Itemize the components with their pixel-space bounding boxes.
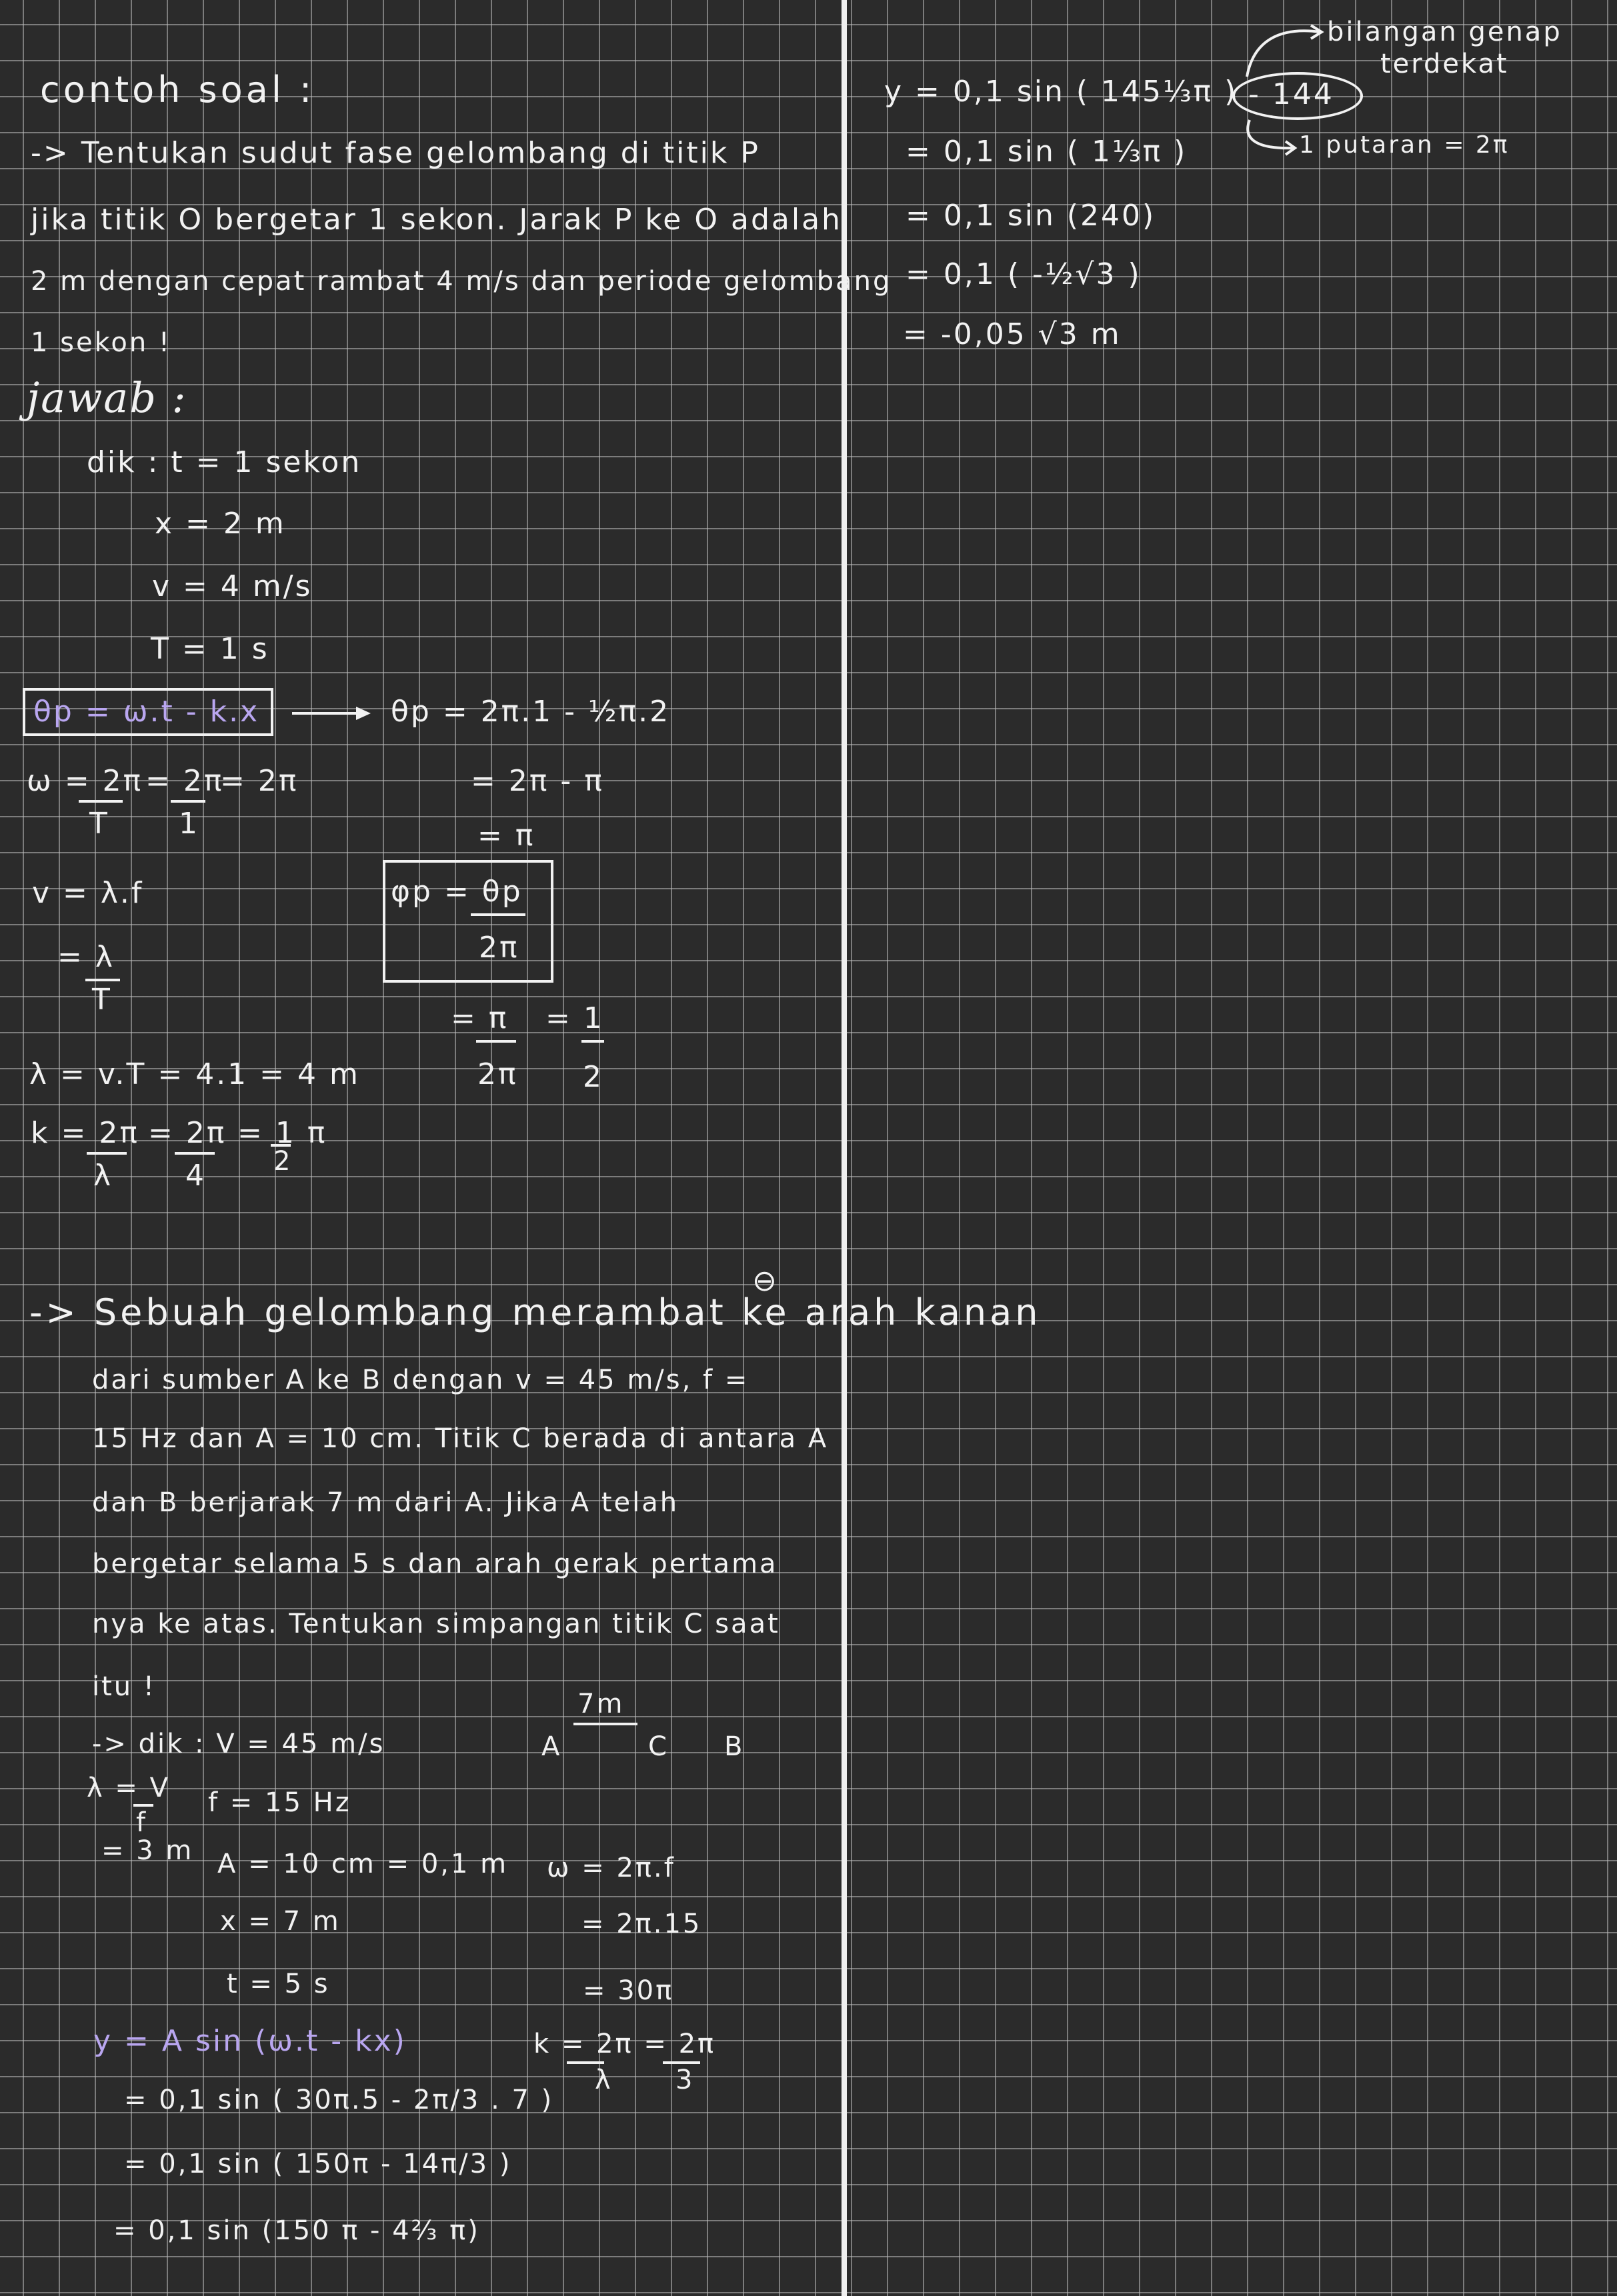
dik2-v: -> dik : V = 45 m/s [92,1729,385,1759]
k-eq3-den: 2 [273,1146,293,1177]
k-eq2-bar [175,1152,215,1155]
k-num: k = 2π [31,1116,139,1150]
right-line3: = 0,1 sin (240) [906,199,1156,233]
k2-bar2 [663,2061,700,2064]
note-top-line2: terdekat [1380,49,1509,79]
omega2-l3: = 30π [583,1975,674,2006]
theta-calc2: = 2π - π [471,764,604,798]
phase-bar [471,913,525,916]
k-eq2-den: 4 [185,1159,206,1193]
problem2-line5: bergetar selama 5 s dan arah gerak perta… [92,1549,778,1579]
dik-v: v = 4 m/s [152,569,313,603]
diagram-distance-line [573,1723,637,1725]
dik2-A: A = 10 cm = 0,1 m [217,1849,509,1879]
lambda-eq: λ = v.T = 4.1 = 4 m [29,1057,360,1091]
dik-t: dik : t = 1 sekon [87,445,362,479]
k2-bar1 [567,2061,604,2064]
annotation-arrow-top-icon [1246,24,1324,77]
diagram-distance: 7m [577,1689,625,1719]
note-bottom: 1 putaran = 2π [1299,131,1510,159]
phase-res2-num: = 1 [545,1001,604,1035]
note-top-line1: bilangan genap [1327,17,1562,47]
phase-num: φp = θp [391,875,523,909]
k-bar [87,1152,127,1155]
dik-x: x = 2 m [155,507,286,541]
right-line5: = -0,05 √3 m [903,317,1122,351]
omega-fraction-bar [79,800,123,803]
arrow-right-icon [356,707,371,720]
problem2-line2: dari sumber A ke B dengan v = 45 m/s, f … [92,1365,749,1395]
right-line1: y = 0,1 sin ( 145⅓π ) [884,75,1238,109]
k-den: λ [93,1159,113,1193]
y-step1: = 0,1 sin ( 30π.5 - 2π/3 . 7 ) [124,2085,554,2115]
y-step3: = 0,1 sin (150 π - 4⅔ π) [113,2215,480,2246]
problem1-line4: 1 sekon ! [31,327,171,358]
right-line4: = 0,1 ( -½√3 ) [906,257,1142,291]
problem1-line1: -> Tentukan sudut fase gelombang di titi… [31,136,760,170]
heading: contoh soal : [40,69,315,111]
page-divider [842,0,847,2296]
k-eq2-num: = 2π [148,1116,227,1150]
problem1-line3: 2 m dengan cepat rambat 4 m/s dan period… [31,266,892,297]
dik2-lambda-num: λ = V [87,1773,170,1803]
problem2-line4: dan B berjarak 7 m dari A. Jika A telah [92,1487,679,1518]
problem2-line3: 15 Hz dan A = 10 cm. Titik C berada di a… [92,1423,829,1454]
omega-eq2-den: 1 [179,807,199,841]
diagram-point-c: C [648,1731,669,1762]
phase-res-bar [476,1040,516,1043]
y-step2: = 0,1 sin ( 150π - 14π/3 ) [124,2149,512,2179]
omega-eq3: = 2π [220,764,299,798]
phase-res2-den: 2 [583,1060,603,1094]
jawab-label: jawab : [27,373,187,422]
phase-den: 2π [479,931,519,965]
phase-res-den: 2π [477,1057,518,1091]
omega2-l2: = 2π.15 [581,1909,702,1939]
v-eq2-den: T [92,983,112,1017]
v-eq2-num: = λ [57,940,115,974]
k2-num: k = 2π = 2π [533,2029,716,2059]
v-eq2-bar [85,979,120,981]
theta-formula: θp = ω.t - k.x [33,695,260,729]
arrow-line [292,712,359,715]
diagram-point-b: B [724,1731,745,1762]
v-eq: v = λ.f [32,876,144,910]
problem2-line7: itu ! [92,1671,156,1702]
dik2-f: f = 15 Hz [208,1787,351,1818]
dik2-x: x = 7 m [220,1906,341,1937]
diagram-point-a: A [541,1731,562,1762]
omega-num: ω = 2π [27,764,143,798]
right-line2: = 0,1 sin ( 1⅓π ) [906,135,1188,169]
y-formula: y = A sin (ω.t - kx) [93,2024,407,2058]
problem2-line6: nya ke atas. Tentukan simpangan titik C … [92,1609,780,1639]
dik2-lambda-res: = 3 m [101,1835,194,1866]
dik-T: T = 1 s [151,632,269,666]
omega-eq2-num: = 2π [145,764,224,798]
omega-eq2-bar [171,800,205,803]
dik2-lambda-bar [133,1804,153,1807]
k2-den: λ 3 [595,2065,695,2095]
theta-calc1: θp = 2π.1 - ½π.2 [391,695,671,729]
problem2-line1: -> Sebuah gelombang merambat ke arah kan… [29,1291,1042,1333]
phase-res-num: = π [451,1001,509,1035]
problem1-line2: jika titik O bergetar 1 sekon. Jarak P k… [31,203,842,237]
circled-number: - 144 [1248,77,1334,111]
omega-den: T [89,807,109,841]
dik2-lambda-den: f [136,1807,148,1838]
phase-res2-bar [581,1040,604,1043]
omega2-l1: ω = 2π.f [547,1853,675,1883]
dik2-t: t = 5 s [227,1969,330,1999]
theta-calc3: = π [477,819,535,853]
